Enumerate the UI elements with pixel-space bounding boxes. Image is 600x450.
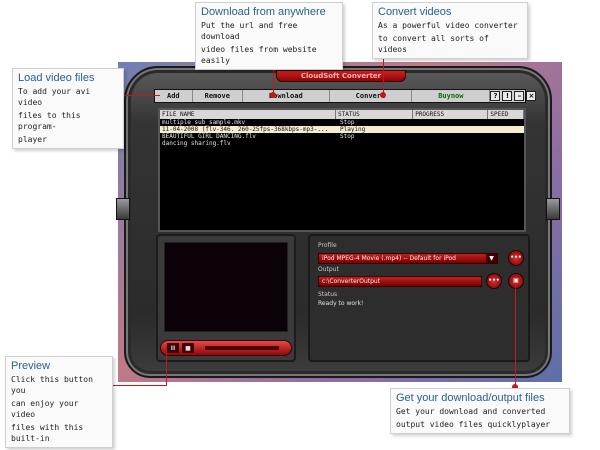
add-button[interactable]: Add: [155, 90, 193, 102]
preview-callout-line-h: [110, 385, 166, 386]
table-row[interactable]: BEAUTIFUL GIRL DANCING.flv Stop: [160, 133, 524, 140]
table-row[interactable]: multiple_sub_sample.mkv Stop: [160, 119, 524, 126]
download-button[interactable]: Download: [243, 90, 330, 102]
callout-title: Convert videos: [378, 6, 452, 18]
callout-title: Preview: [11, 360, 51, 372]
file-status: Stop: [340, 119, 355, 126]
right-handle: [546, 198, 560, 220]
profile-select[interactable]: iPod MPEG-4 Movie (.mp4) -- Default for …: [318, 253, 498, 264]
callout-desc: output video files quicklyplayer: [396, 420, 551, 429]
remove-button[interactable]: Remove: [193, 90, 243, 102]
callout-desc: To add your avi video: [18, 87, 91, 107]
column-status[interactable]: STATUS: [336, 110, 414, 119]
status-value: Ready to work!: [318, 300, 364, 307]
download-callout-dot: [270, 92, 276, 98]
output-more-button[interactable]: •••: [486, 273, 502, 289]
callout-convert: Convert videos As a powerful video conve…: [372, 2, 528, 59]
close-icon[interactable]: ×: [526, 91, 537, 101]
callout-title: Load video files: [18, 72, 95, 84]
table-row[interactable]: 11-04-2008 (flv-346. 260-25fps-368kbps-m…: [160, 126, 524, 133]
table-row[interactable]: dancing sharing.flv: [160, 140, 524, 147]
callout-desc: player: [18, 135, 47, 144]
buynow-button[interactable]: Buynow: [412, 90, 491, 102]
file-status: Playing: [340, 126, 366, 133]
help-icon[interactable]: ?: [490, 91, 501, 101]
profile-label: Profile: [318, 242, 337, 249]
preview-controls: II ■: [160, 340, 292, 356]
folder-icon[interactable]: ▣: [508, 273, 524, 289]
callout-desc: Click this button you: [11, 375, 93, 395]
preview-callout-line-up: [166, 345, 167, 386]
settings-panel: Profile iPod MPEG-4 Movie (.mp4) -- Defa…: [308, 234, 530, 362]
callout-output: Get your download/output files Get your …: [390, 388, 570, 434]
callout-desc: Get your download and converted: [396, 407, 546, 416]
left-handle: [116, 198, 130, 220]
column-progress[interactable]: PROGRESS: [413, 110, 489, 119]
file-name: BEAUTIFUL GIRL DANCING.flv: [162, 133, 256, 140]
output-path-field[interactable]: c:\ConverterOutput: [318, 276, 482, 287]
callout-download: Download from anywhere Put the url and f…: [195, 2, 343, 70]
callout-preview: Preview Click this button you can enjoy …: [5, 356, 113, 448]
app-title: CloudSoft Converter: [300, 72, 382, 80]
info-icon[interactable]: !: [502, 91, 513, 101]
preview-panel: II ■: [156, 234, 296, 362]
convert-callout-dot: [380, 92, 386, 98]
file-list[interactable]: FILE NAME STATUS PROGRESS SPEED multiple…: [158, 108, 526, 232]
file-name: dancing sharing.flv: [162, 140, 231, 147]
callout-desc: Put the url and free download: [201, 21, 298, 41]
convert-button[interactable]: Convert: [330, 90, 413, 102]
file-list-header: FILE NAME STATUS PROGRESS SPEED: [160, 110, 524, 119]
callout-desc: to convert all sorts of videos: [378, 34, 489, 54]
output-label: Output: [318, 266, 339, 273]
preview-progress-slider[interactable]: [205, 346, 279, 350]
stop-icon[interactable]: ■: [182, 343, 194, 353]
output-callout-line: [515, 286, 516, 388]
callout-desc: can enjoy your video: [11, 399, 79, 419]
pause-icon[interactable]: II: [167, 343, 179, 353]
minimize-icon[interactable]: –: [514, 91, 525, 101]
column-speed[interactable]: SPEED: [488, 110, 524, 119]
status-label: Status: [318, 291, 338, 298]
file-name: 11-04-2008 (flv-346. 260-25fps-368kbps-m…: [162, 126, 329, 133]
title-bar[interactable]: CloudSoft Converter: [276, 70, 406, 82]
preview-screen: [164, 242, 288, 332]
file-name: multiple_sub_sample.mkv: [162, 119, 246, 126]
column-file-name[interactable]: FILE NAME: [160, 110, 337, 119]
callout-load: Load video files To add your avi video f…: [12, 68, 124, 149]
load-callout-line: [122, 95, 160, 96]
callout-desc: files to this program-: [18, 111, 81, 131]
callout-desc: files with this built-in: [11, 423, 84, 443]
callout-desc: As a powerful video converter: [378, 21, 518, 30]
chevron-down-icon[interactable]: ▼: [486, 254, 497, 263]
converter-window: CloudSoft Converter Add Remove Download …: [116, 66, 560, 378]
callout-desc: video files from website easily: [201, 45, 317, 65]
callout-title: Download from anywhere: [201, 6, 326, 18]
toolbar: Add Remove Download Convert Buynow ? ! –…: [154, 89, 537, 103]
callout-title: Get your download/output files: [396, 392, 545, 404]
file-status: Stop: [340, 133, 355, 140]
profile-more-button[interactable]: •••: [508, 250, 524, 266]
profile-value: iPod MPEG-4 Movie (.mp4) -- Default for …: [322, 255, 456, 262]
